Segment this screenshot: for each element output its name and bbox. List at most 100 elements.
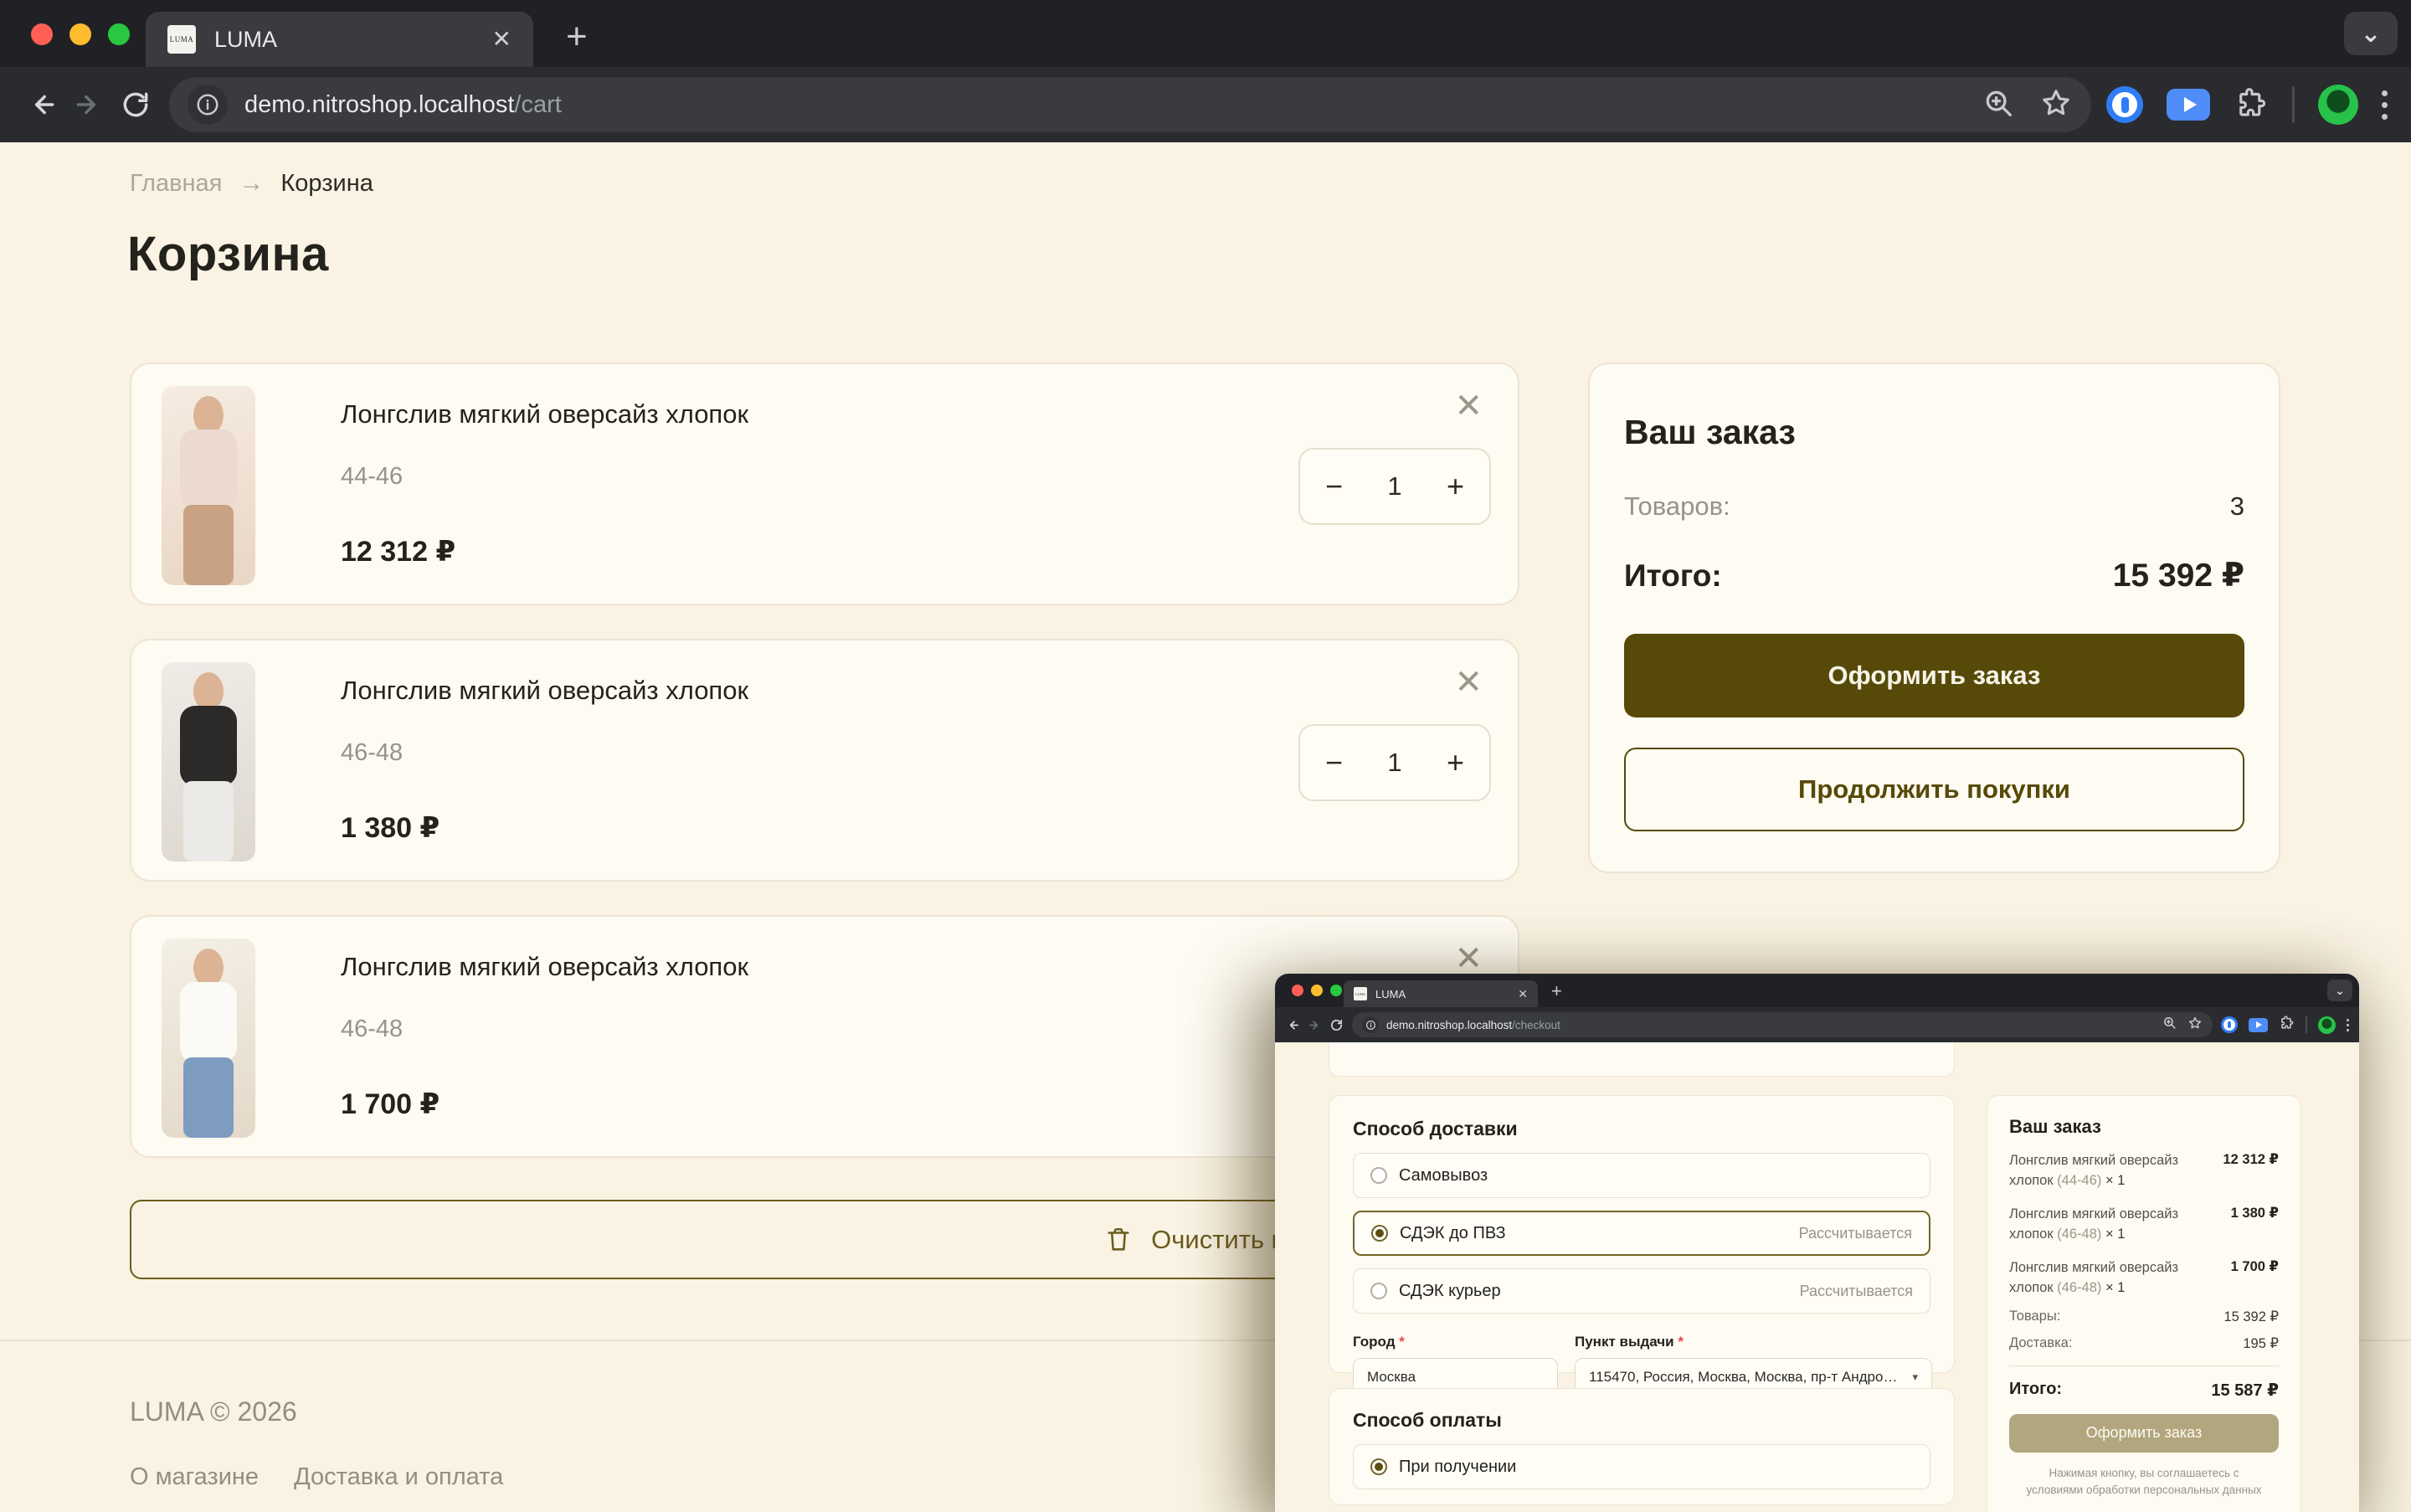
- order-summary-panel: Ваш заказ Товаров: 3 Итого: 15 392 ₽ Офо…: [1588, 363, 2280, 873]
- item-price: 1 700 ₽: [2231, 1258, 2279, 1299]
- tab-close-icon[interactable]: ✕: [492, 28, 512, 51]
- new-tab-button[interactable]: +: [1551, 982, 1562, 1000]
- item-price: 1 380 ₽: [2231, 1205, 2279, 1245]
- tab-search-button[interactable]: ⌄: [2327, 980, 2352, 1001]
- profile-avatar[interactable]: [2318, 85, 2358, 125]
- option-note: Рассчитывается: [1799, 1225, 1912, 1242]
- total-value: 15 392 ₽: [2113, 557, 2244, 594]
- delivery-option-cdek-pvz[interactable]: СДЭК до ПВЗ Рассчитывается: [1353, 1211, 1930, 1256]
- video-extension-icon[interactable]: [2167, 89, 2210, 121]
- toolbar-extensions: [2221, 1015, 2349, 1035]
- checkout-button[interactable]: Оформить заказ: [1624, 634, 2244, 717]
- increase-qty-button[interactable]: +: [1447, 745, 1464, 780]
- delivery-option-cdek-courier[interactable]: СДЭК курьер Рассчитывается: [1353, 1268, 1930, 1314]
- checkout-submit-button[interactable]: Оформить заказ: [2009, 1414, 2279, 1453]
- pickup-point-field: Пункт выдачи * 115470, Россия, Москва, М…: [1575, 1334, 1932, 1396]
- product-image[interactable]: [162, 662, 255, 861]
- reload-icon[interactable]: [1325, 1014, 1347, 1036]
- radio-selected-icon[interactable]: [1371, 1225, 1388, 1242]
- radio-selected-icon[interactable]: [1370, 1458, 1387, 1475]
- minimize-window-button[interactable]: [69, 23, 91, 45]
- url-host: demo.nitroshop.localhost: [1386, 1019, 1512, 1031]
- page-title: Корзина: [127, 226, 329, 282]
- reload-icon[interactable]: [112, 81, 159, 128]
- address-bar[interactable]: demo.nitroshop.localhost/cart: [169, 77, 2091, 132]
- product-title[interactable]: Лонгслив мягкий оверсайз хлопок: [341, 399, 748, 429]
- close-window-button[interactable]: [31, 23, 53, 45]
- breadcrumb-home-link[interactable]: Главная: [130, 170, 222, 198]
- breadcrumb-current: Корзина: [280, 170, 373, 198]
- bookmark-star-icon[interactable]: [2187, 1016, 2203, 1035]
- browser-toolbar: demo.nitroshop.localhost/checkout: [1275, 1007, 2359, 1042]
- back-icon[interactable]: [18, 81, 65, 128]
- browser-toolbar: demo.nitroshop.localhost/cart: [0, 67, 2411, 142]
- tab-luma[interactable]: LUMA LUMA ✕: [1344, 980, 1538, 1007]
- total-row: Итого: 15 392 ₽: [1624, 557, 2244, 594]
- product-image[interactable]: [162, 386, 255, 585]
- browser-window-checkout[interactable]: LUMA LUMA ✕ + ⌄ demo.nitroshop.localhost…: [1275, 974, 2359, 1512]
- extensions-puzzle-icon[interactable]: [2279, 1015, 2295, 1035]
- delivery-value: 195 ₽: [2243, 1335, 2279, 1352]
- site-info-icon[interactable]: [188, 85, 228, 125]
- close-window-button[interactable]: [1292, 985, 1303, 996]
- product-price: 1 700 ₽: [341, 1088, 440, 1121]
- city-input[interactable]: [1367, 1369, 1544, 1386]
- extensions-puzzle-icon[interactable]: [2234, 85, 2269, 125]
- product-title[interactable]: Лонгслив мягкий оверсайз хлопок: [341, 676, 748, 706]
- delivery-row: Доставка: 195 ₽: [2009, 1335, 2279, 1352]
- bookmark-star-icon[interactable]: [2039, 86, 2073, 124]
- minimize-window-button[interactable]: [1311, 985, 1323, 996]
- tab-strip: LUMA LUMA ✕ + ⌄: [1275, 974, 2359, 1007]
- forward-icon[interactable]: [65, 81, 112, 128]
- increase-qty-button[interactable]: +: [1447, 469, 1464, 504]
- remove-item-icon[interactable]: ✕: [1454, 389, 1483, 423]
- back-icon[interactable]: [1282, 1014, 1303, 1036]
- decrease-qty-button[interactable]: −: [1325, 745, 1343, 780]
- radio-icon[interactable]: [1370, 1167, 1387, 1184]
- zoom-icon[interactable]: [1982, 87, 2014, 123]
- browser-menu-icon[interactable]: [2347, 1019, 2349, 1031]
- item-qty: × 1: [2105, 1173, 2125, 1188]
- address-bar[interactable]: demo.nitroshop.localhost/checkout: [1352, 1012, 2213, 1037]
- remove-item-icon[interactable]: ✕: [1454, 942, 1483, 975]
- toolbar-separator: [2306, 1016, 2307, 1033]
- tab-close-icon[interactable]: ✕: [1518, 988, 1528, 1000]
- password-manager-icon[interactable]: [2221, 1016, 2238, 1033]
- total-label: Итого:: [1624, 558, 1722, 594]
- trash-icon: [1104, 1226, 1133, 1254]
- radio-icon[interactable]: [1370, 1283, 1387, 1299]
- item-qty: × 1: [2105, 1280, 2125, 1295]
- item-variant: (46-48): [2057, 1227, 2101, 1242]
- screen: LUMA LUMA ✕ + ⌄ demo.nitroshop.localhost…: [0, 0, 2411, 1512]
- browser-menu-icon[interactable]: [2382, 90, 2388, 120]
- password-manager-icon[interactable]: [2106, 86, 2143, 123]
- video-extension-icon[interactable]: [2249, 1018, 2268, 1032]
- decrease-qty-button[interactable]: −: [1325, 469, 1343, 504]
- new-tab-button[interactable]: +: [566, 18, 588, 55]
- quantity-value: 1: [1387, 748, 1401, 778]
- site-info-icon[interactable]: [1362, 1016, 1379, 1033]
- option-label: СДЭК до ПВЗ: [1400, 1224, 1799, 1243]
- remove-item-icon[interactable]: ✕: [1454, 666, 1483, 699]
- delivery-label: Доставка:: [2009, 1335, 2072, 1352]
- product-title[interactable]: Лонгслив мягкий оверсайз хлопок: [341, 952, 748, 982]
- tab-search-button[interactable]: ⌄: [2344, 12, 2398, 55]
- delivery-option-pickup[interactable]: Самовывоз: [1353, 1153, 1930, 1198]
- footer-link-about[interactable]: О магазине: [130, 1463, 259, 1491]
- item-variant: (44-46): [2057, 1173, 2101, 1188]
- product-image[interactable]: [162, 939, 255, 1138]
- profile-avatar[interactable]: [2318, 1016, 2336, 1034]
- quantity-stepper: − 1 +: [1298, 724, 1491, 801]
- maximize-window-button[interactable]: [1330, 985, 1342, 996]
- tab-luma[interactable]: LUMA LUMA ✕: [146, 12, 533, 67]
- payment-option-on-receipt[interactable]: При получении: [1353, 1444, 1930, 1489]
- maximize-window-button[interactable]: [108, 23, 130, 45]
- tab-title: LUMA: [214, 27, 492, 53]
- footer-link-delivery[interactable]: Доставка и оплата: [294, 1463, 503, 1491]
- window-controls: [31, 23, 130, 45]
- continue-shopping-button[interactable]: Продолжить покупки: [1624, 748, 2244, 831]
- forward-icon[interactable]: [1303, 1014, 1325, 1036]
- zoom-icon[interactable]: [2162, 1016, 2177, 1034]
- city-field: Город *: [1353, 1334, 1558, 1396]
- consent-disclaimer: Нажимая кнопку, вы соглашаетесь с услови…: [2009, 1465, 2279, 1499]
